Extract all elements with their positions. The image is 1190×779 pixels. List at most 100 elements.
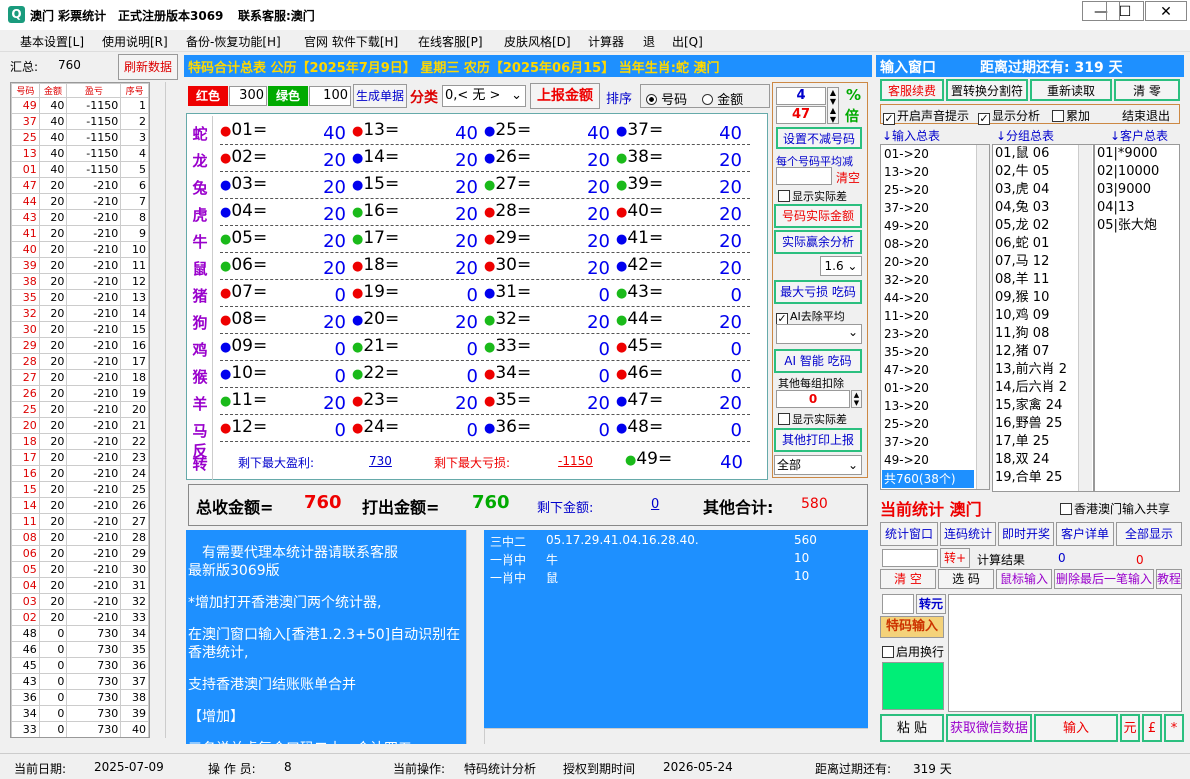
menu-item-6[interactable]: 计算器 (588, 33, 624, 50)
tema-input-button[interactable]: 特码输入 (880, 616, 944, 638)
menu-item-1[interactable]: 使用说明[R] (102, 33, 168, 50)
input-list-item[interactable]: 49->20 (884, 451, 989, 469)
customer-list[interactable]: 01|*9000 02|10000 03|9000 04|13 05|张大炮 (1094, 144, 1180, 492)
green-input[interactable]: 100 (309, 86, 351, 106)
avg-reduce-input[interactable] (776, 167, 832, 185)
sort-by-number-radio[interactable]: 号码 (646, 89, 687, 108)
input-list-item[interactable]: 20->20 (884, 253, 989, 271)
exit-button[interactable]: 结束退出 (1122, 107, 1170, 124)
table-row[interactable]: 17 20 -210 23 (11, 449, 149, 466)
show-real-diff-checkbox-2[interactable]: 显示实际差 (778, 411, 847, 427)
bottom-button-0[interactable]: 粘 贴 (880, 714, 944, 742)
tool-1[interactable]: 选 码 (938, 569, 994, 589)
table-row[interactable]: 25 20 -210 20 (11, 401, 149, 418)
tab-3[interactable]: 客户详单 (1056, 522, 1114, 546)
table-row[interactable]: 03 20 -210 32 (11, 593, 149, 610)
input-list-item[interactable]: 01->20 (884, 145, 989, 163)
show-analysis-checkbox[interactable]: ✓ 显示分析 (978, 107, 1040, 125)
table-row[interactable]: 45 0 730 36 (11, 657, 149, 674)
bottom-button-2[interactable]: 输入 (1034, 714, 1118, 742)
customer-list-item[interactable]: 05|张大炮 (1097, 217, 1179, 235)
turn-input[interactable] (882, 549, 938, 567)
table-row[interactable]: 39 20 -210 11 (11, 257, 149, 274)
menu-item-5[interactable]: 皮肤风格[D] (504, 33, 571, 50)
accumulate-checkbox[interactable]: 累加 (1052, 107, 1090, 124)
other-print-report-button[interactable]: 其他打印上报 (774, 428, 862, 452)
all-select[interactable]: 全部 ⌄ (774, 455, 862, 475)
enable-wrap-checkbox[interactable]: 启用换行 (882, 643, 944, 660)
table-row[interactable]: 30 20 -210 15 (11, 321, 149, 338)
maximize-button[interactable]: ☐ (1106, 1, 1144, 21)
table-row[interactable]: 46 0 730 35 (11, 641, 149, 658)
input-list-item[interactable]: 25->20 (884, 181, 989, 199)
table-row[interactable]: 04 20 -210 31 (11, 577, 149, 594)
input-list[interactable]: 01->20 13->20 25->20 37->20 49->20 08->20 20->… (880, 144, 990, 490)
bottom-button-1[interactable]: 获取微信数据 (946, 714, 1032, 742)
generate-single-button[interactable]: 生成单据 (353, 84, 407, 108)
input-list-item[interactable]: 49->20 (884, 217, 989, 235)
input-list-item[interactable]: 44->20 (884, 289, 989, 307)
other-deduct-input[interactable]: 0 (776, 390, 850, 408)
table-row[interactable]: 29 20 -210 16 (11, 337, 149, 354)
input-list-item[interactable]: 23->20 (884, 325, 989, 343)
bottom-button-3[interactable]: 元 (1120, 714, 1140, 742)
menu-item-4[interactable]: 在线客服[P] (418, 33, 483, 50)
table-row[interactable]: 11 20 -210 27 (11, 513, 149, 530)
table-row[interactable]: 37 40 -1150 2 (11, 113, 149, 130)
table-row[interactable]: 27 20 -210 18 (11, 369, 149, 386)
ai-smart-eat-button[interactable]: AI 智能 吃码 (774, 349, 862, 373)
other-deduct-spin[interactable]: ▲ ▼ (851, 390, 862, 408)
table-row[interactable]: 38 20 -210 12 (11, 273, 149, 290)
results-h-scrollbar[interactable] (484, 728, 868, 744)
input-list-item[interactable]: 13->20 (884, 397, 989, 415)
table-row[interactable]: 14 20 -210 26 (11, 497, 149, 514)
table-row[interactable]: 43 0 730 37 (11, 673, 149, 690)
clear-link[interactable]: 清空 (836, 169, 860, 186)
set-no-reduce-button[interactable]: 设置不减号码 (776, 127, 862, 149)
table-row[interactable]: 16 20 -210 24 (11, 465, 149, 482)
spin-input-2[interactable]: 47 (776, 106, 826, 124)
input-list-item[interactable]: 25->20 (884, 415, 989, 433)
input-list-item[interactable]: 47->20 (884, 361, 989, 379)
table-row[interactable]: 18 20 -210 22 (11, 433, 149, 450)
zhuan-input[interactable] (882, 594, 914, 614)
table-row[interactable]: 33 0 730 40 (11, 721, 149, 737)
menu-item-8[interactable]: 出[Q] (672, 33, 703, 50)
tab-4[interactable]: 全部显示 (1116, 522, 1182, 546)
sound-checkbox[interactable]: ✓ 开启声音提示 (883, 107, 969, 125)
tool-2[interactable]: 鼠标输入 (996, 569, 1052, 589)
reload-button[interactable]: 重新读取 (1030, 79, 1112, 101)
input-list-item[interactable]: 08->20 (884, 235, 989, 253)
table-row[interactable]: 28 20 -210 17 (11, 353, 149, 370)
customer-list-item[interactable]: 04|13 (1097, 199, 1179, 217)
input-list-item[interactable]: 32->20 (884, 271, 989, 289)
table-row[interactable]: 35 20 -210 13 (11, 289, 149, 306)
turn-plus-button[interactable]: 转+ (940, 548, 970, 568)
table-row[interactable]: 32 20 -210 14 (11, 305, 149, 322)
report-amount-button[interactable]: 上报金额 (530, 83, 600, 109)
max-loss-eat-button[interactable]: 最大亏损 吃码 (774, 280, 862, 304)
table-row[interactable]: 41 20 -210 9 (11, 225, 149, 242)
input-list-item[interactable]: 35->20 (884, 343, 989, 361)
menu-item-3[interactable]: 官网 软件下载[H] (304, 33, 398, 50)
tool-4[interactable]: 教程 (1156, 569, 1182, 589)
table-row[interactable]: 25 40 -1150 3 (11, 129, 149, 146)
table-row[interactable]: 01 40 -1150 5 (11, 161, 149, 178)
table-row[interactable]: 40 20 -210 10 (11, 241, 149, 258)
show-real-diff-checkbox[interactable]: 显示实际差 (778, 188, 847, 204)
table-row[interactable]: 15 20 -210 25 (11, 481, 149, 498)
table-row[interactable]: 43 20 -210 8 (11, 209, 149, 226)
bottom-button-5[interactable]: * (1164, 714, 1184, 742)
table-row[interactable]: 48 0 730 34 (11, 625, 149, 642)
ratio-select[interactable]: 1.6 ⌄ (820, 256, 862, 276)
refresh-data-button[interactable]: 刷新数据 (118, 54, 178, 80)
sort-by-amount-radio[interactable]: 金额 (702, 89, 743, 108)
table-row[interactable]: 49 40 -1150 1 (11, 97, 149, 114)
tab-2[interactable]: 即时开奖 (998, 522, 1054, 546)
table-row[interactable]: 34 0 730 39 (11, 705, 149, 722)
menu-item-0[interactable]: 基本设置[L] (20, 33, 84, 50)
table-row[interactable]: 13 40 -1150 4 (11, 145, 149, 162)
notice-scrollbar[interactable] (466, 530, 480, 744)
ai-remove-avg-checkbox[interactable]: ✓ AI去除平均 (776, 308, 845, 325)
left-scrollbar[interactable] (165, 82, 181, 738)
